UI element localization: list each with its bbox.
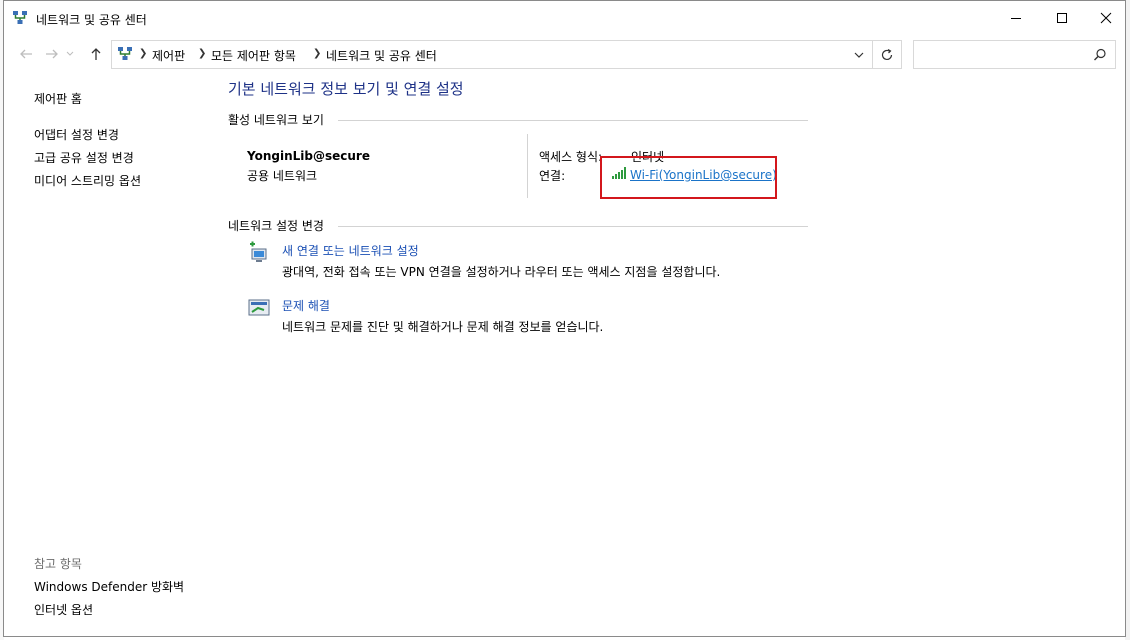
page-title: 기본 네트워크 정보 보기 및 연결 설정 <box>228 80 464 98</box>
troubleshoot-description: 네트워크 문제를 진단 및 해결하거나 문제 해결 정보를 얻습니다. <box>282 320 604 334</box>
control-panel-icon <box>118 47 132 60</box>
see-also-title: 참고 항목 <box>34 557 82 571</box>
adapter-settings-link[interactable]: 어댑터 설정 변경 <box>34 126 119 143</box>
troubleshoot-icon <box>248 299 270 316</box>
window-title: 네트워크 및 공유 센터 <box>36 13 147 27</box>
arrow-up-icon <box>91 48 101 60</box>
network-center-icon <box>13 11 27 24</box>
access-type-label: 액세스 형식: <box>539 150 603 164</box>
vertical-divider <box>527 134 528 198</box>
new-connection-link[interactable]: 새 연결 또는 네트워크 설정 <box>282 242 419 259</box>
active-networks-header: 활성 네트워크 보기 <box>228 113 324 127</box>
refresh-button[interactable] <box>873 40 902 69</box>
address-bar[interactable]: ❯ 제어판 ❯ 모든 제어판 항목 ❯ 네트워크 및 공유 센터 <box>111 40 873 69</box>
troubleshoot-link[interactable]: 문제 해결 <box>282 297 330 314</box>
chevron-down-icon[interactable] <box>852 48 866 62</box>
search-icon <box>1094 48 1106 61</box>
minimize-icon <box>1011 18 1021 19</box>
connections-label: 연결: <box>539 169 566 183</box>
arrow-left-icon <box>20 49 32 59</box>
search-input[interactable] <box>913 40 1116 69</box>
close-icon <box>1100 12 1112 24</box>
advanced-sharing-link[interactable]: 고급 공유 설정 변경 <box>34 149 134 166</box>
media-streaming-link[interactable]: 미디어 스트리밍 옵션 <box>34 172 141 189</box>
chevron-right-icon: ❯ <box>198 48 207 59</box>
navigation-bar: ❯ 제어판 ❯ 모든 제어판 항목 ❯ 네트워크 및 공유 센터 <box>4 35 1125 73</box>
network-sharing-window: 네트워크 및 공유 센터 ❯ 제어판 ❯ 모든 제어판 항목 ❯ 네트워크 및 … <box>3 0 1126 637</box>
maximize-icon <box>1057 13 1067 23</box>
title-bar: 네트워크 및 공유 센터 <box>4 1 1125 35</box>
defender-firewall-link[interactable]: Windows Defender 방화벽 <box>34 578 184 595</box>
arrow-right-icon <box>46 49 58 59</box>
network-name: YonginLib@secure <box>247 149 370 163</box>
chevron-down-icon <box>66 51 74 56</box>
refresh-icon <box>881 48 893 60</box>
network-category[interactable]: 공용 네트워크 <box>247 167 317 184</box>
internet-options-link[interactable]: 인터넷 옵션 <box>34 601 93 618</box>
minimize-button[interactable] <box>993 1 1039 35</box>
back-button[interactable] <box>16 44 36 64</box>
maximize-button[interactable] <box>1039 1 1085 35</box>
section-divider <box>338 226 808 227</box>
breadcrumb-all-items[interactable]: 모든 제어판 항목 <box>211 47 296 64</box>
breadcrumb-network-center[interactable]: 네트워크 및 공유 센터 <box>326 47 437 64</box>
control-panel-home-link[interactable]: 제어판 홈 <box>34 90 82 107</box>
close-button[interactable] <box>1083 1 1129 35</box>
breadcrumb-control-panel[interactable]: 제어판 <box>152 47 185 64</box>
highlight-annotation-box <box>600 156 777 199</box>
up-button[interactable] <box>86 44 106 64</box>
section-divider <box>338 120 808 121</box>
forward-button[interactable] <box>42 44 62 64</box>
chevron-right-icon: ❯ <box>139 48 148 59</box>
new-connection-icon <box>250 241 267 262</box>
recent-locations-button[interactable] <box>64 44 76 64</box>
change-settings-header: 네트워크 설정 변경 <box>228 219 324 233</box>
new-connection-description: 광대역, 전화 접속 또는 VPN 연결을 설정하거나 라우터 또는 액세스 지… <box>282 265 721 279</box>
chevron-right-icon: ❯ <box>313 48 322 59</box>
